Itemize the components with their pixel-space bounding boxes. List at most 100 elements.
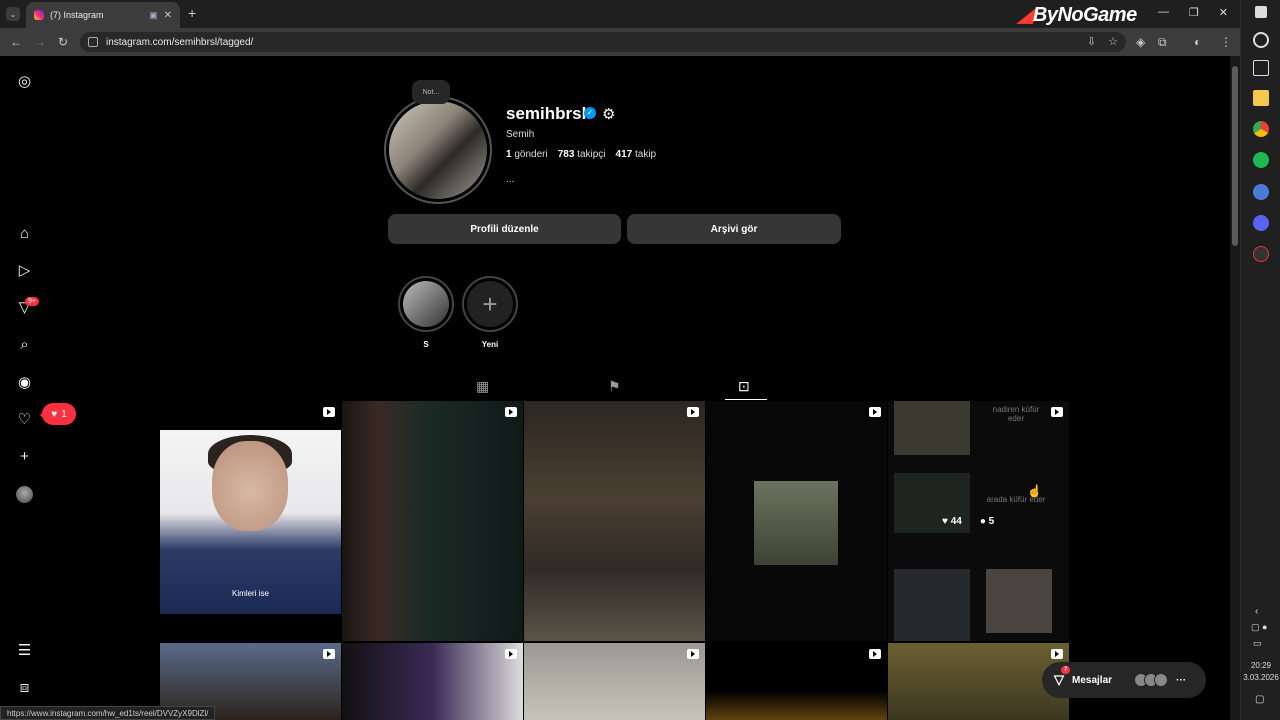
profile-icon[interactable]: ◐ — [1194, 35, 1201, 49]
profile-picture[interactable] — [384, 96, 492, 204]
reload-icon[interactable]: ↻ — [58, 35, 68, 49]
close-tab-icon[interactable]: ✕ — [164, 10, 172, 21]
windows-taskbar: ‹ ▢ ● ▭ 20:29 3.03.2026 ▢ — [1240, 0, 1280, 720]
profile-stats: 1 gönderi 783 takipçi 417 takip — [506, 149, 656, 160]
hamburger-menu-icon[interactable]: ☰ — [16, 642, 33, 659]
active-tab-indicator — [725, 399, 767, 400]
hover-stats: ♥ 44 ● 5 — [942, 516, 994, 527]
mouse-cursor-icon: ☝ — [1027, 484, 1042, 498]
discord-icon[interactable] — [1253, 215, 1269, 231]
create-plus-icon[interactable]: + — [16, 448, 33, 465]
tray-icons[interactable]: ▢ ● — [1251, 622, 1267, 633]
notification-badge: 9+ — [25, 297, 39, 306]
sidebar: ◎ ⌂ ▷ ▽ 9+ ⌕ ◉ ♡ ♥ 1 + ☰ ⧈ — [0, 56, 76, 720]
post-image — [754, 481, 838, 565]
clock[interactable]: 20:29 3.03.2026 — [1241, 660, 1280, 684]
reel-icon — [505, 407, 517, 417]
home-icon[interactable]: ⌂ — [16, 225, 33, 242]
windows-start-icon[interactable] — [1255, 6, 1267, 18]
task-view-icon[interactable] — [1253, 60, 1269, 76]
reel-icon — [1051, 407, 1063, 417]
grid-post[interactable]: Kimleri ise — [160, 401, 341, 641]
new-tab-button[interactable]: + — [188, 5, 196, 21]
file-explorer-icon[interactable] — [1253, 90, 1269, 106]
profile-note[interactable]: Not... — [412, 80, 450, 104]
tab-title: (7) Instagram — [50, 10, 104, 20]
address-toolbar: ← → ↻ instagram.com/semihbrsl/tagged/ ⇩ … — [0, 28, 1240, 56]
tab-posts-grid-icon[interactable]: ▦ — [476, 378, 489, 395]
notifications-icon[interactable]: ▢ — [1255, 694, 1264, 705]
edit-profile-button[interactable]: Profili düzenle — [388, 214, 621, 244]
reels-icon[interactable]: ▷ — [16, 262, 33, 279]
meme-text: nadiren küfür eder — [992, 405, 1040, 423]
tray-chevron-icon[interactable]: ‹ — [1255, 606, 1258, 617]
profile-avatar[interactable] — [16, 486, 33, 503]
status-bar-url: https://www.instagram.com/hw_ed1ts/reel/… — [0, 706, 216, 720]
grid-post[interactable] — [524, 643, 705, 720]
posts-stat: 1 gönderi — [506, 149, 548, 160]
messages-label: Mesajlar — [1072, 674, 1113, 686]
network-icon[interactable]: ▭ — [1253, 638, 1262, 649]
highlight-label: S — [423, 340, 429, 349]
grid-post[interactable] — [524, 401, 705, 641]
minimize-button[interactable]: — — [1158, 6, 1169, 19]
instagram-logo-icon[interactable]: ◎ — [16, 73, 33, 90]
instagram-favicon-icon — [34, 10, 44, 20]
grid-post[interactable] — [706, 643, 887, 720]
media-cast-icon: ▣ — [149, 9, 158, 20]
url-text: instagram.com/semihbrsl/tagged/ — [106, 36, 254, 48]
extension-icon[interactable]: ◈ — [1136, 35, 1145, 49]
verified-badge-icon: ✓ — [584, 107, 596, 119]
reel-icon — [687, 407, 699, 417]
restore-button[interactable]: ❐ — [1189, 6, 1199, 19]
chrome-icon[interactable] — [1253, 121, 1269, 137]
menu-kebab-icon[interactable]: ⋮ — [1220, 35, 1232, 49]
profile-full-name: Semih — [506, 129, 535, 140]
grid-post[interactable] — [342, 643, 523, 720]
send-icon: ▽ 7 — [1054, 666, 1071, 688]
browser-tab-bar: ⌄ (7) Instagram ▣ ✕ + ◢ByNoGame — ❐ ✕ — [0, 0, 1240, 28]
highlight-s[interactable]: S — [398, 276, 454, 349]
spotify-icon[interactable] — [1253, 152, 1269, 168]
reel-icon — [687, 649, 699, 659]
likes-notification-pill[interactable]: ♥ 1 — [40, 403, 76, 425]
close-window-button[interactable]: ✕ — [1219, 6, 1228, 19]
app-icon[interactable] — [1253, 246, 1269, 262]
reel-icon — [869, 649, 881, 659]
search-icon[interactable] — [1253, 32, 1269, 48]
scrollbar-thumb[interactable] — [1232, 66, 1238, 246]
explore-compass-icon[interactable]: ◉ — [16, 374, 33, 391]
more-apps-icon[interactable]: ⧈ — [16, 679, 33, 696]
grid-post-hovered[interactable]: nadiren küfür eder arada küfür eder ♥ 44… — [888, 401, 1069, 641]
grid-post[interactable] — [342, 401, 523, 641]
grid-post[interactable] — [706, 401, 887, 641]
extensions-puzzle-icon[interactable]: ⧉ — [1158, 35, 1167, 50]
settings-gear-icon[interactable]: ⚙ — [602, 105, 615, 123]
app-icon[interactable] — [1253, 184, 1269, 200]
reel-icon — [323, 649, 335, 659]
followers-stat[interactable]: 783 takipçi — [558, 149, 606, 160]
like-count: ♥ 44 — [942, 516, 962, 527]
tab-tagged-icon[interactable]: ⊡ — [738, 378, 750, 395]
forward-icon[interactable]: → — [34, 35, 46, 49]
plus-icon: + — [467, 281, 513, 327]
tab-saved-bookmark-icon[interactable]: ⚑ — [608, 378, 621, 395]
following-stat[interactable]: 417 takip — [616, 149, 657, 160]
highlight-new[interactable]: + Yeni — [462, 276, 518, 349]
tab-search-button[interactable]: ⌄ — [6, 7, 20, 21]
view-archive-button[interactable]: Arşivi gör — [627, 214, 841, 244]
reel-icon — [1051, 649, 1063, 659]
messages-button[interactable]: ▽ 7 Mesajlar ··· — [1042, 662, 1206, 698]
url-bar[interactable]: instagram.com/semihbrsl/tagged/ ⇩ ☆ — [80, 32, 1126, 52]
back-icon[interactable]: ← — [10, 35, 22, 49]
search-icon[interactable]: ⌕ — [16, 336, 33, 353]
profile-bio: ... — [506, 174, 515, 185]
page-scrollbar[interactable] — [1230, 56, 1240, 720]
post-caption-overlay: Kimleri ise — [232, 589, 269, 598]
browser-tab[interactable]: (7) Instagram ▣ ✕ — [26, 2, 180, 28]
site-info-icon[interactable] — [88, 37, 98, 47]
reel-icon — [869, 407, 881, 417]
bookmark-star-icon[interactable]: ☆ — [1108, 35, 1118, 48]
heart-icon[interactable]: ♡ — [16, 411, 33, 428]
install-app-icon[interactable]: ⇩ — [1087, 35, 1096, 48]
